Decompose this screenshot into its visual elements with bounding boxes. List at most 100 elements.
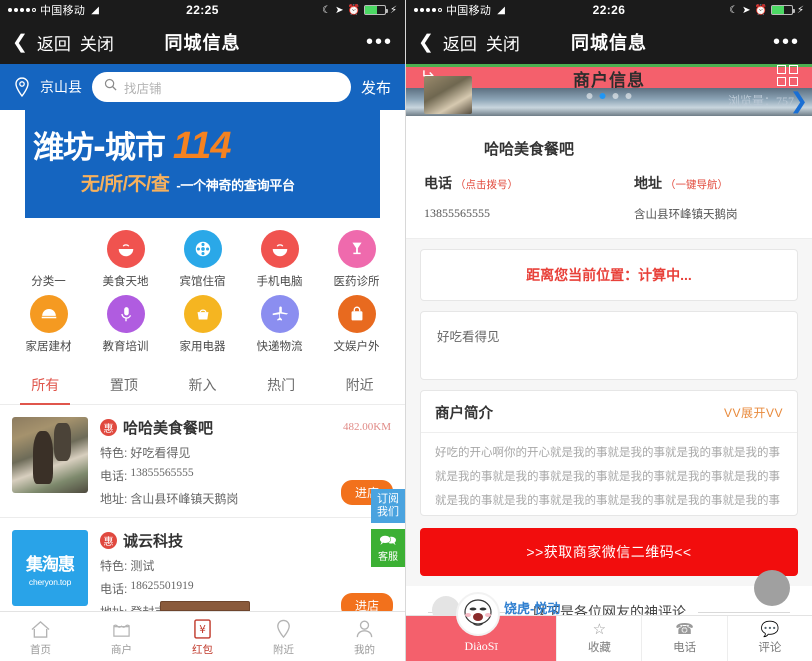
nav-left-group[interactable]: ❮ 返回 关闭 — [12, 30, 114, 55]
tabbar-item-home[interactable]: 首页 — [0, 617, 81, 657]
customer-service-float-button[interactable]: 🗪 客服 — [371, 529, 405, 567]
get-wechat-qr-button[interactable]: >>获取商家微信二维码<< — [420, 528, 798, 576]
banner-subtitle-left: 无/所/不/查 — [81, 174, 170, 195]
charging-bolt-icon: ⚡ — [796, 4, 804, 16]
comment-username[interactable]: 饶虎-悦动 — [504, 598, 560, 617]
tab-nearby[interactable]: 附近 — [320, 364, 399, 404]
phone-hint: （点击拨号） — [455, 179, 518, 191]
discount-badge-icon: 惠 — [100, 419, 117, 436]
address-label: 地址 — [634, 175, 662, 191]
category-item-3[interactable]: 手机电脑 — [241, 230, 318, 289]
floating-avatar[interactable] — [754, 570, 790, 606]
tab-pinned[interactable]: 置顶 — [85, 364, 164, 404]
phone-value: 18625501919 — [130, 580, 194, 592]
category-item-0[interactable]: 分类一 — [10, 230, 87, 289]
category-item-4[interactable]: 医药诊所 — [318, 230, 395, 289]
subscribe-line-2: 我们 — [377, 506, 399, 518]
divider-line-right — [698, 611, 790, 613]
expand-profile-link[interactable]: VV展开VV — [724, 404, 783, 421]
category-label: 教育培训 — [102, 341, 149, 353]
more-menu-icon[interactable]: ••• — [773, 32, 800, 52]
listing-row-0[interactable]: 惠 哈哈美食餐吧 特色: 好吃看得见 电话: 13855565555 地址: 含… — [0, 405, 405, 518]
banner-subtitle-right: -一个神奇的查询平台 — [176, 178, 295, 193]
feature-value: 测试 — [130, 559, 155, 573]
call-label: 电话 — [673, 642, 697, 654]
blank-icon — [30, 230, 68, 268]
more-menu-icon[interactable]: ••• — [366, 32, 393, 52]
profile-body-text: 好吃的开心啊你的开心就是我的事就是我的事就是我的事就是我的事就是我的事就是我的事… — [435, 447, 780, 505]
brand-logo-cn: 集淘惠 — [26, 554, 75, 574]
battery-icon — [770, 5, 795, 15]
banner-content: 潍坊-城市 114 无/所/不/查 -一个神奇的查询平台 — [25, 110, 380, 196]
search-input[interactable]: 找店铺 — [124, 78, 162, 97]
film-reel-icon — [183, 230, 222, 268]
comment-icon: 💬 — [760, 621, 780, 638]
handbag-icon — [337, 295, 376, 333]
category-label: 宾馆住宿 — [179, 276, 226, 288]
phone-value: 13855565555 — [130, 467, 194, 479]
search-icon — [104, 78, 117, 96]
tab-new[interactable]: 新入 — [163, 364, 242, 404]
category-label: 家居建材 — [25, 341, 72, 353]
category-item-9[interactable]: 文娱户外 — [318, 295, 395, 354]
view-count-label: 浏览量：757 — [727, 94, 794, 108]
listing-thumbnail — [12, 417, 88, 493]
close-button[interactable]: 关闭 — [80, 30, 114, 55]
category-item-7[interactable]: 家用电器 — [164, 295, 241, 354]
moon-icon: ☾ — [729, 4, 739, 16]
category-item-8[interactable]: 快递物流 — [241, 295, 318, 354]
city-label[interactable]: 京山县 — [40, 77, 82, 97]
moon-icon: ☾ — [322, 4, 332, 16]
feature-value: 好吃看得见 — [130, 446, 191, 460]
category-label: 美食天地 — [102, 276, 149, 288]
search-input-wrapper[interactable]: 找店铺 — [92, 72, 351, 102]
banner-spacer — [25, 210, 380, 218]
comment-button[interactable]: 💬 评论 — [726, 616, 812, 661]
category-label: 医药诊所 — [333, 276, 380, 288]
tabbar-item-nearby[interactable]: 附近 — [243, 617, 324, 657]
publish-button[interactable]: 发布 — [361, 77, 391, 98]
back-button[interactable]: 返回 — [37, 30, 71, 55]
close-button[interactable]: 关闭 — [486, 30, 520, 55]
nav-left-group[interactable]: ❮ 返回 关闭 — [418, 30, 520, 55]
wechat-icon: 🗪 — [379, 532, 397, 548]
nav-bar-right: ❮ 返回 关闭 同城信息 ••• — [406, 20, 812, 64]
filter-tabs: 所有 置顶 新入 热门 附近 — [0, 364, 405, 405]
tabbar-label: 红包 — [192, 643, 213, 656]
category-item-2[interactable]: 宾馆住宿 — [164, 230, 241, 289]
alarm-clock-icon: ⏰ — [347, 4, 360, 16]
tabbar-item-merchant[interactable]: 商户 — [81, 617, 162, 657]
favorite-button[interactable]: ☆ 收藏 — [556, 616, 641, 661]
location-pin-icon[interactable] — [14, 77, 30, 97]
comment-avatar — [456, 592, 500, 636]
back-button[interactable]: 返回 — [443, 30, 477, 55]
note-card: 好吃看得见 — [420, 311, 798, 380]
wine-glass-icon — [337, 230, 376, 268]
listing-title[interactable]: 哈哈美食餐吧 — [123, 417, 213, 438]
back-chevron-icon[interactable]: ❮ — [12, 33, 28, 52]
back-chevron-icon[interactable]: ❮ — [418, 33, 434, 52]
banner-title-text: 潍坊-城市 — [33, 130, 166, 166]
promo-banner[interactable]: 潍坊-城市 114 无/所/不/查 -一个神奇的查询平台 — [25, 110, 380, 210]
address-block[interactable]: 地址 （一键导航） 含山县环峰镇天鹅岗 — [618, 173, 812, 222]
bottom-tab-bar-left: 首页 商户 ¥ 红包 附近 我的 — [0, 611, 405, 661]
listing-title[interactable]: 诚云科技 — [123, 530, 183, 551]
listing-distance: 482.00KM — [343, 421, 391, 433]
subscribe-float-button[interactable]: 订阅 我们 — [371, 489, 405, 523]
tabbar-item-redpacket[interactable]: ¥ 红包 — [162, 617, 243, 657]
tabbar-item-mine[interactable]: 我的 — [324, 617, 405, 657]
chevron-right-icon[interactable]: ❯ — [790, 90, 808, 112]
call-button[interactable]: ☎ 电话 — [641, 616, 726, 661]
carousel-dots[interactable] — [586, 93, 632, 99]
tab-hot[interactable]: 热门 — [242, 364, 321, 404]
category-item-6[interactable]: 教育培训 — [87, 295, 164, 354]
distance-card[interactable]: 距离您当前位置：计算中... — [420, 249, 798, 301]
phone-value[interactable]: 13855565555 — [424, 206, 618, 221]
feature-key: 特色: — [100, 559, 128, 573]
category-item-1[interactable]: 美食天地 — [87, 230, 164, 289]
category-item-5[interactable]: 家居建材 — [10, 295, 87, 354]
phone-block[interactable]: 电话 （点击拨号） 13855565555 — [424, 173, 618, 222]
right-phone-screen: 中国移动 ◢ 22:26 ☾ ➤ ⏰ ⚡ ❮ 返回 关闭 同城信息 ••• 商户… — [406, 0, 812, 661]
tab-all[interactable]: 所有 — [6, 364, 85, 405]
address-value[interactable]: 含山县环峰镇天鹅岗 — [634, 206, 812, 222]
